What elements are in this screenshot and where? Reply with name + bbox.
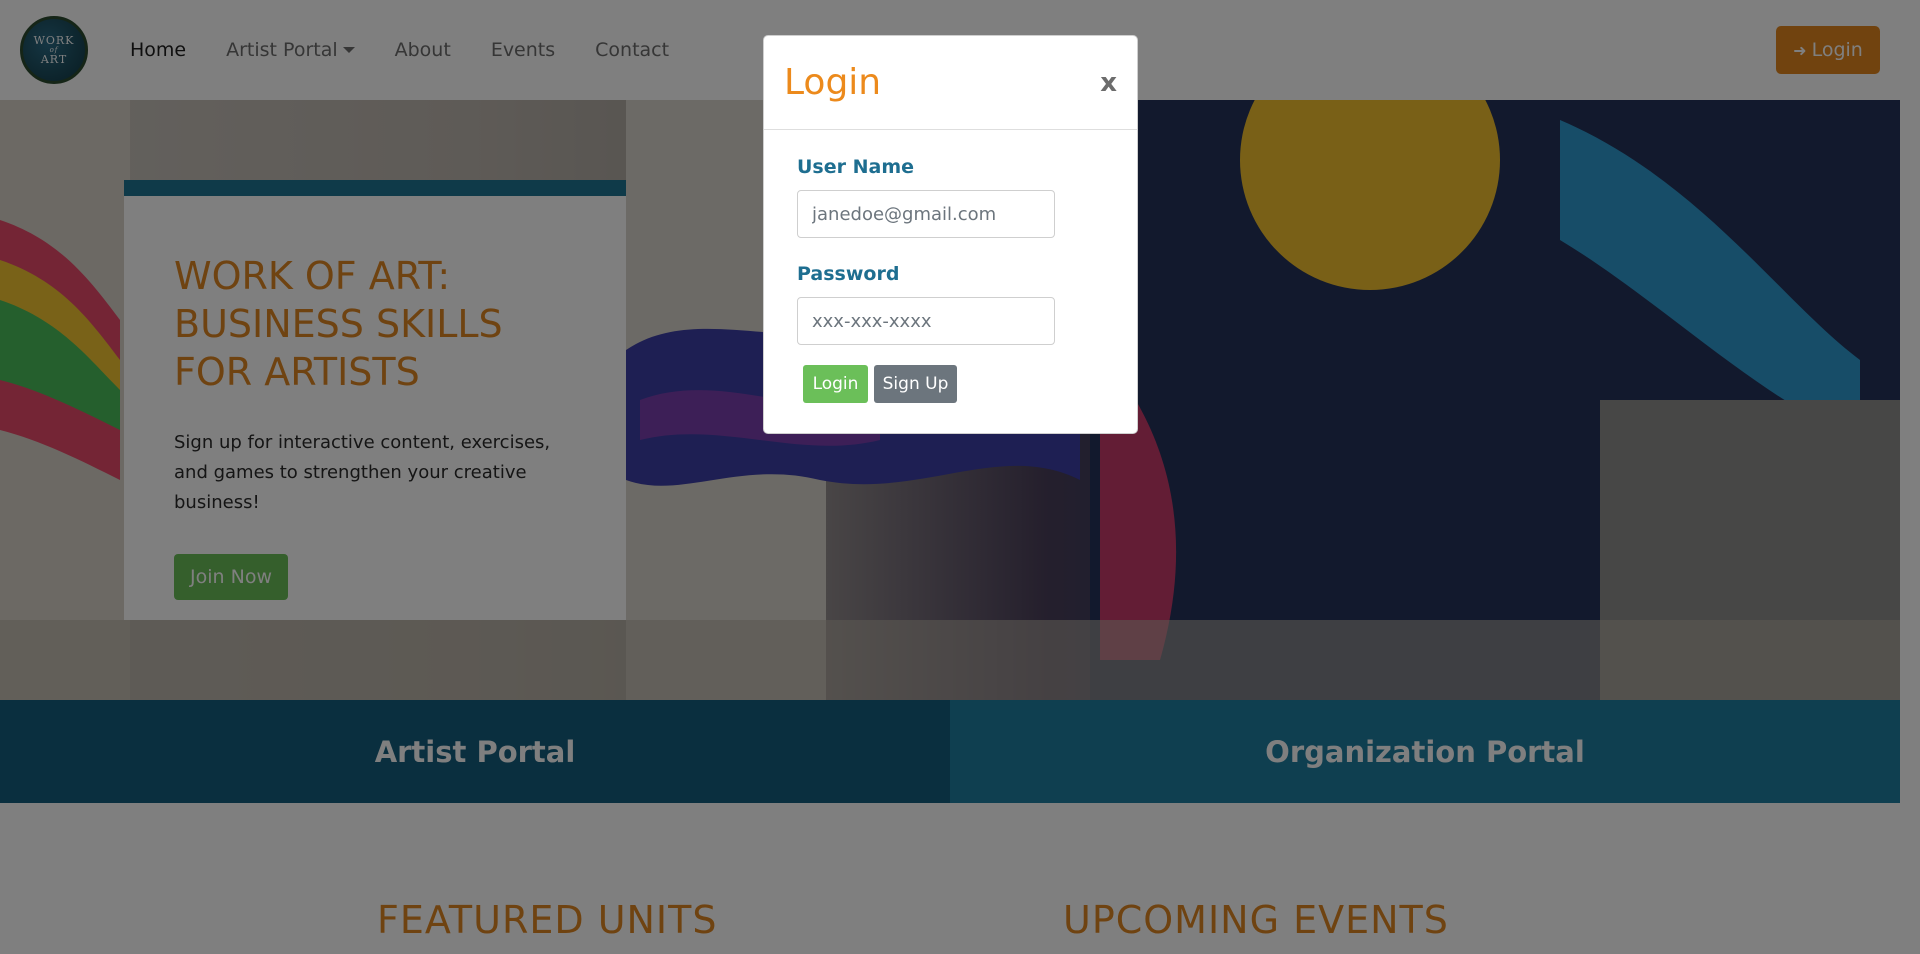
login-modal: Login x User Name Password Login Sign Up <box>763 35 1138 434</box>
password-input[interactable] <box>797 297 1055 345</box>
modal-signup-button[interactable]: Sign Up <box>874 365 957 403</box>
close-icon[interactable]: x <box>1100 68 1117 98</box>
modal-login-button[interactable]: Login <box>803 365 868 403</box>
password-label: Password <box>797 263 900 285</box>
modal-button-row: Login Sign Up <box>797 365 1104 403</box>
modal-header: Login x <box>764 36 1137 130</box>
modal-title: Login <box>784 62 882 103</box>
username-label: User Name <box>797 156 915 178</box>
modal-body: User Name Password Login Sign Up <box>764 130 1137 429</box>
username-input[interactable] <box>797 190 1055 238</box>
